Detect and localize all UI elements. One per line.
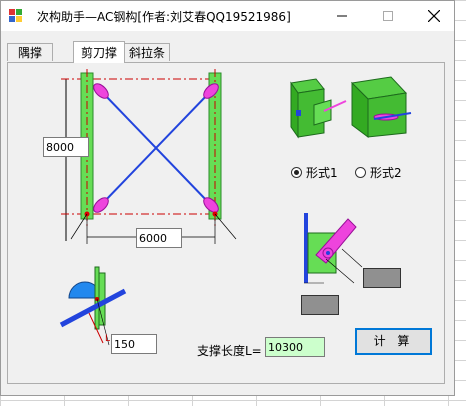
radio-form-2[interactable]: 形式2 bbox=[355, 164, 402, 181]
tab-diagonal-tie[interactable]: 斜拉条 bbox=[124, 43, 170, 61]
column-flange bbox=[304, 213, 308, 283]
tab-corner-brace[interactable]: 隅撑 bbox=[7, 43, 53, 61]
brace-length-label: 支撑长度L= bbox=[197, 344, 262, 358]
tab-scissor-brace[interactable]: 剪刀撑 bbox=[73, 41, 125, 63]
calculate-button[interactable]: 计 算 bbox=[355, 328, 432, 355]
connection-form-2-view bbox=[350, 76, 412, 138]
title-bar[interactable]: 次构助手—AC钢构[作者:刘艾春QQ19521986] bbox=[1, 1, 454, 31]
width-input[interactable] bbox=[136, 228, 182, 248]
window-title: 次构助手—AC钢构[作者:刘艾春QQ19521986] bbox=[37, 10, 291, 24]
minimize-button[interactable] bbox=[319, 1, 365, 31]
close-icon bbox=[428, 10, 440, 22]
gusset-dimension-box-right bbox=[363, 268, 401, 288]
minimize-icon bbox=[337, 15, 347, 17]
connection-3d-views bbox=[290, 76, 412, 139]
radio-unchecked-icon bbox=[355, 167, 366, 178]
app-window: 次构助手—AC钢构[作者:刘艾春QQ19521986] 隅撑 剪刀撑 斜拉条 8… bbox=[0, 0, 455, 396]
height-input[interactable] bbox=[43, 137, 89, 157]
offset-input[interactable] bbox=[111, 334, 157, 354]
radio-checked-icon bbox=[291, 167, 302, 178]
maximize-icon bbox=[383, 11, 393, 21]
radio-form-1[interactable]: 形式1 bbox=[291, 164, 338, 181]
connection-form-1-view bbox=[290, 78, 347, 139]
brace-length-result bbox=[265, 337, 325, 357]
app-icon bbox=[9, 9, 22, 22]
maximize-button[interactable] bbox=[365, 1, 411, 31]
offset-marker-label: L bbox=[105, 334, 111, 344]
close-button[interactable] bbox=[411, 1, 457, 31]
gusset-dimension-box-bottom bbox=[301, 295, 339, 315]
